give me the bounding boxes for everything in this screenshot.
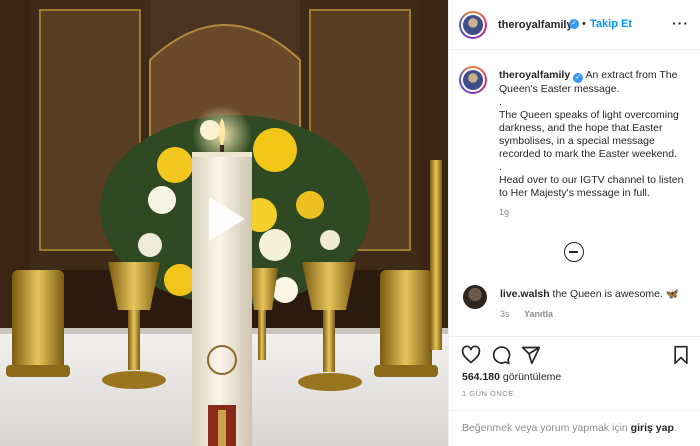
post-header: theroyalfamily ✓ • Takip Et ···	[449, 0, 700, 50]
comment-time: 3s	[500, 309, 510, 319]
post-details-panel: theroyalfamily ✓ • Takip Et ··· theroyal…	[448, 0, 700, 446]
login-prefix: Beğenmek veya yorum yapmak için	[462, 422, 628, 434]
load-more-comments-icon[interactable]	[564, 242, 584, 262]
login-suffix: .	[673, 422, 677, 434]
comment-body: the Queen is awesome.	[552, 288, 663, 300]
share-icon[interactable]	[521, 345, 541, 365]
heart-icon[interactable]	[461, 345, 481, 365]
follow-button[interactable]: Takip Et	[590, 18, 632, 30]
post-date[interactable]: 1 GÜN ÖNCE	[462, 389, 514, 398]
caption-line-2: The Queen speaks of light overcoming dar…	[499, 109, 679, 160]
header-username[interactable]: theroyalfamily	[498, 19, 573, 31]
more-options-icon[interactable]: ···	[672, 15, 689, 31]
comment-item: live.walsh the Queen is awesome. 🦋 3s Ya…	[449, 282, 700, 332]
bookmark-icon[interactable]	[671, 345, 691, 365]
caption-avatar[interactable]	[459, 66, 487, 94]
caption-time: 1g	[499, 207, 510, 217]
caption-line-3: Head over to our IGTV channel to listen …	[499, 174, 684, 199]
reply-button[interactable]: Yanıtla	[524, 309, 553, 319]
caption-username[interactable]: theroyalfamily	[499, 69, 570, 81]
views-number: 564.180	[462, 371, 500, 383]
left-ciborium	[6, 270, 70, 377]
view-count[interactable]: 564.180 görüntüleme	[462, 371, 561, 383]
header-separator: •	[582, 18, 586, 30]
caption-text: theroyalfamily ✓ An extract from The Que…	[499, 69, 695, 219]
comment-meta: 3s Yanıtla	[500, 309, 565, 319]
commenter-avatar[interactable]	[463, 285, 487, 309]
comment-icon[interactable]	[491, 345, 511, 365]
play-button[interactable]	[199, 193, 251, 245]
verified-badge-icon: ✓	[573, 73, 584, 83]
profile-avatar[interactable]	[459, 11, 487, 39]
comment-text: live.walsh the Queen is awesome. 🦋	[500, 287, 696, 300]
verified-badge-icon: ✓	[569, 19, 579, 29]
caption-dot-2: .	[499, 161, 502, 173]
post-video[interactable]	[0, 0, 448, 446]
views-label: görüntüleme	[502, 371, 562, 383]
comment-username[interactable]: live.walsh	[500, 288, 550, 300]
right-ciborium	[374, 270, 438, 377]
butterfly-emoji: 🦋	[665, 288, 679, 300]
login-link[interactable]: giriş yap	[631, 422, 674, 434]
play-icon	[209, 197, 245, 241]
action-bar	[449, 336, 700, 372]
caption-dot-1: .	[499, 96, 502, 108]
login-prompt: Beğenmek veya yorum yapmak için giriş ya…	[449, 410, 700, 446]
